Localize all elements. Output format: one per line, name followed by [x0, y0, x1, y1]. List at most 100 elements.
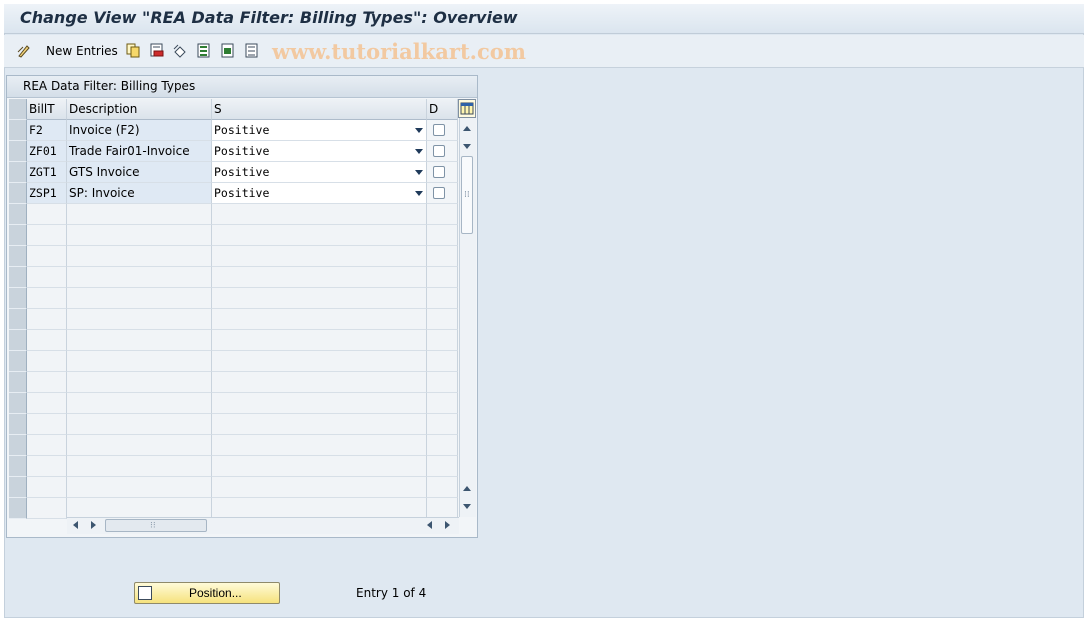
delete-flag-cell[interactable]: [427, 288, 458, 309]
row-selector[interactable]: [9, 435, 27, 456]
row-selector[interactable]: [9, 477, 27, 498]
delete-flag-cell[interactable]: [427, 225, 458, 246]
table-settings-button[interactable]: [458, 99, 476, 118]
billing-type-cell[interactable]: [27, 309, 67, 330]
sign-cell[interactable]: [212, 498, 427, 519]
billing-type-cell[interactable]: [27, 414, 67, 435]
scroll-far-left-icon[interactable]: [427, 521, 432, 529]
description-cell[interactable]: [67, 225, 212, 246]
row-selector[interactable]: [9, 414, 27, 435]
delete-flag-cell[interactable]: [427, 372, 458, 393]
sign-cell[interactable]: [212, 477, 427, 498]
sign-cell[interactable]: [212, 267, 427, 288]
dropdown-arrow-icon[interactable]: [415, 128, 423, 133]
billing-type-cell[interactable]: [27, 267, 67, 288]
row-selector[interactable]: [9, 309, 27, 330]
row-selector[interactable]: [9, 456, 27, 477]
dropdown-arrow-icon[interactable]: [415, 149, 423, 154]
delete-icon[interactable]: [150, 43, 164, 58]
row-selector[interactable]: [9, 183, 27, 204]
sign-cell[interactable]: [212, 225, 427, 246]
scroll-page-down-icon[interactable]: [463, 504, 471, 509]
row-selector[interactable]: [9, 288, 27, 309]
select-all-rows-button[interactable]: [9, 99, 27, 120]
column-header-s[interactable]: S: [212, 99, 427, 120]
description-cell[interactable]: [67, 246, 212, 267]
scroll-down-icon[interactable]: [463, 144, 471, 149]
scroll-far-right-icon[interactable]: [445, 521, 450, 529]
sign-cell[interactable]: [212, 330, 427, 351]
horizontal-scroll-thumb[interactable]: ⁝⁝: [105, 519, 207, 532]
sign-cell[interactable]: [212, 435, 427, 456]
delete-flag-checkbox[interactable]: [433, 187, 445, 199]
delete-flag-checkbox[interactable]: [433, 145, 445, 157]
row-selector[interactable]: [9, 120, 27, 141]
delete-flag-cell[interactable]: [427, 414, 458, 435]
delete-flag-cell[interactable]: [427, 246, 458, 267]
row-selector[interactable]: [9, 393, 27, 414]
select-all-icon[interactable]: [197, 43, 211, 58]
row-selector[interactable]: [9, 267, 27, 288]
delete-flag-cell[interactable]: [427, 435, 458, 456]
billing-type-cell[interactable]: [27, 456, 67, 477]
description-cell[interactable]: [67, 288, 212, 309]
description-cell[interactable]: [67, 204, 212, 225]
delete-flag-cell[interactable]: [427, 456, 458, 477]
delete-flag-cell[interactable]: [427, 498, 458, 519]
description-cell[interactable]: [67, 372, 212, 393]
row-selector[interactable]: [9, 162, 27, 183]
edit-icon[interactable]: [17, 43, 31, 58]
description-cell[interactable]: [67, 477, 212, 498]
row-selector[interactable]: [9, 372, 27, 393]
sign-cell[interactable]: [212, 309, 427, 330]
undo-icon[interactable]: [173, 43, 187, 58]
sign-dropdown[interactable]: Positive: [212, 162, 427, 183]
delete-flag-cell[interactable]: [427, 309, 458, 330]
billing-type-cell[interactable]: [27, 204, 67, 225]
billing-type-cell[interactable]: [27, 225, 67, 246]
sign-cell[interactable]: [212, 351, 427, 372]
delete-flag-checkbox[interactable]: [433, 166, 445, 178]
delete-flag-cell[interactable]: [427, 204, 458, 225]
billing-type-cell[interactable]: [27, 246, 67, 267]
deselect-all-icon[interactable]: [245, 43, 259, 58]
row-selector[interactable]: [9, 351, 27, 372]
billing-type-cell[interactable]: [27, 288, 67, 309]
delete-flag-cell[interactable]: [427, 477, 458, 498]
description-cell[interactable]: [67, 456, 212, 477]
sign-dropdown[interactable]: Positive: [212, 183, 427, 204]
sign-dropdown[interactable]: Positive: [212, 141, 427, 162]
billing-type-cell[interactable]: [27, 351, 67, 372]
description-cell[interactable]: [67, 435, 212, 456]
copy-icon[interactable]: [126, 43, 140, 58]
delete-flag-cell[interactable]: [427, 351, 458, 372]
dropdown-arrow-icon[interactable]: [415, 191, 423, 196]
billing-type-cell[interactable]: [27, 330, 67, 351]
sign-cell[interactable]: [212, 393, 427, 414]
new-entries-button[interactable]: New Entries: [46, 44, 118, 58]
scroll-up-icon[interactable]: [463, 126, 471, 131]
sign-dropdown[interactable]: Positive: [212, 120, 427, 141]
scroll-left-icon[interactable]: [73, 521, 78, 529]
billing-type-cell[interactable]: [27, 477, 67, 498]
row-selector[interactable]: [9, 498, 27, 519]
column-header-billt[interactable]: BillT: [27, 99, 67, 120]
delete-flag-cell[interactable]: [427, 267, 458, 288]
dropdown-arrow-icon[interactable]: [415, 170, 423, 175]
sign-cell[interactable]: [212, 372, 427, 393]
description-cell[interactable]: [67, 267, 212, 288]
sign-cell[interactable]: [212, 288, 427, 309]
sign-cell[interactable]: [212, 414, 427, 435]
row-selector[interactable]: [9, 330, 27, 351]
billing-type-cell[interactable]: [27, 498, 67, 519]
row-selector[interactable]: [9, 141, 27, 162]
description-cell[interactable]: [67, 330, 212, 351]
billing-type-cell[interactable]: [27, 393, 67, 414]
delete-flag-cell[interactable]: [427, 330, 458, 351]
position-button[interactable]: Position...: [134, 582, 280, 604]
vertical-scroll-thumb[interactable]: ⁞⁞: [461, 156, 473, 234]
scroll-right-icon[interactable]: [91, 521, 96, 529]
column-header-description[interactable]: Description: [67, 99, 212, 120]
delete-flag-cell[interactable]: [427, 393, 458, 414]
sign-cell[interactable]: [212, 456, 427, 477]
